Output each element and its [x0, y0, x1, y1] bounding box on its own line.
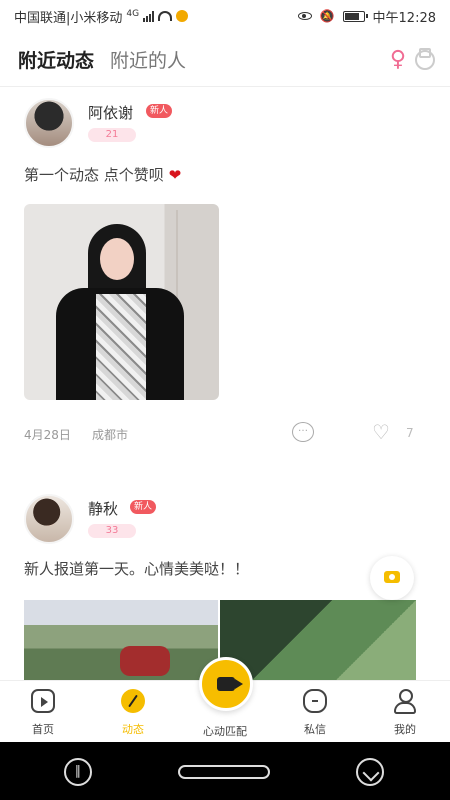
post-photo-left[interactable] [24, 600, 218, 684]
home-pill-icon[interactable] [178, 765, 270, 779]
compass-icon [121, 689, 145, 713]
nav-home[interactable]: 首页 [8, 689, 78, 739]
tab-nearby-people[interactable]: 附近的人 [110, 46, 186, 73]
username[interactable]: 静秋 [88, 498, 118, 519]
post-city: 成都市 [92, 428, 129, 442]
top-icons: ♀ [390, 47, 435, 72]
status-bar: 中国联通|小米移动 4G 🔕 中午12:28 [0, 0, 450, 32]
post-card-1: 阿依谢 新人 21 第一个动态 点个赞呗 ❤ 4月28日 成都市 … ♡ 7 [0, 98, 450, 458]
nav-feed-label: 动态 [122, 723, 144, 736]
wifi-icon [158, 11, 173, 21]
carrier-label: 中国联通|小米移动 [14, 10, 123, 26]
network-type: 4G [126, 8, 140, 19]
avatar[interactable] [24, 494, 74, 544]
new-user-badge: 新人 [146, 104, 173, 118]
android-system-navigation: ∥ [0, 742, 450, 800]
new-user-badge: 新人 [130, 500, 157, 514]
female-icon[interactable]: ♀ [390, 47, 406, 72]
back-icon[interactable] [356, 758, 384, 786]
top-tab-bar: 附近动态 附近的人 ♀ [0, 34, 450, 84]
heart-icon: ❤ [168, 166, 182, 184]
like-icon[interactable]: ♡ [372, 420, 390, 444]
nav-home-label: 首页 [32, 723, 54, 736]
status-right: 🔕 中午12:28 [297, 7, 436, 26]
nav-match-label[interactable]: 心动匹配 [190, 723, 260, 739]
message-icon [303, 689, 327, 713]
app-notification-icon [176, 10, 189, 22]
comment-icon[interactable]: … [292, 422, 314, 442]
post-author[interactable]: 静秋 新人 33 [24, 494, 324, 554]
tab-nearby-posts[interactable]: 附近动态 [18, 46, 94, 73]
post-meta: 4月28日 成都市 … ♡ 7 [24, 420, 426, 446]
play-icon [31, 689, 55, 713]
post-photo[interactable] [24, 204, 219, 400]
post-text: 第一个动态 点个赞呗 ❤ [24, 164, 181, 185]
age-badge: 33 [88, 524, 136, 538]
ring-icon[interactable] [414, 48, 435, 70]
nav-messages-label: 私信 [304, 723, 326, 736]
recent-apps-icon[interactable]: ∥ [64, 758, 92, 786]
camera-button[interactable] [370, 556, 414, 600]
nav-profile[interactable]: 我的 [370, 689, 440, 739]
signal-icon [143, 10, 155, 22]
header-divider [0, 86, 450, 87]
photo-dress [96, 294, 146, 400]
nav-feed[interactable]: 动态 [98, 689, 168, 739]
battery-icon [342, 10, 368, 22]
nav-profile-label: 我的 [394, 723, 416, 736]
like-count: 7 [406, 426, 414, 440]
age-badge: 21 [88, 128, 136, 142]
post-date: 4月28日 [24, 428, 71, 442]
post-message: 第一个动态 点个赞呗 [24, 166, 164, 184]
mute-icon: 🔕 [319, 9, 335, 23]
post-text: 新人报道第一天。心情美美哒！！ [24, 560, 250, 578]
nav-messages[interactable]: 私信 [280, 689, 350, 739]
username[interactable]: 阿依谢 [88, 102, 133, 123]
avatar[interactable] [24, 98, 74, 148]
photo-face [100, 238, 134, 280]
match-button[interactable] [199, 657, 253, 711]
camera-icon [384, 571, 400, 583]
post-author[interactable]: 阿依谢 新人 21 [24, 98, 324, 158]
user-icon [393, 689, 417, 714]
status-left: 中国联通|小米移动 4G [14, 7, 189, 26]
bottom-navigation: 首页 动态 心动匹配 私信 我的 [0, 657, 450, 742]
status-time: 中午12:28 [372, 10, 436, 26]
eye-icon [297, 12, 312, 20]
video-icon [217, 677, 243, 691]
